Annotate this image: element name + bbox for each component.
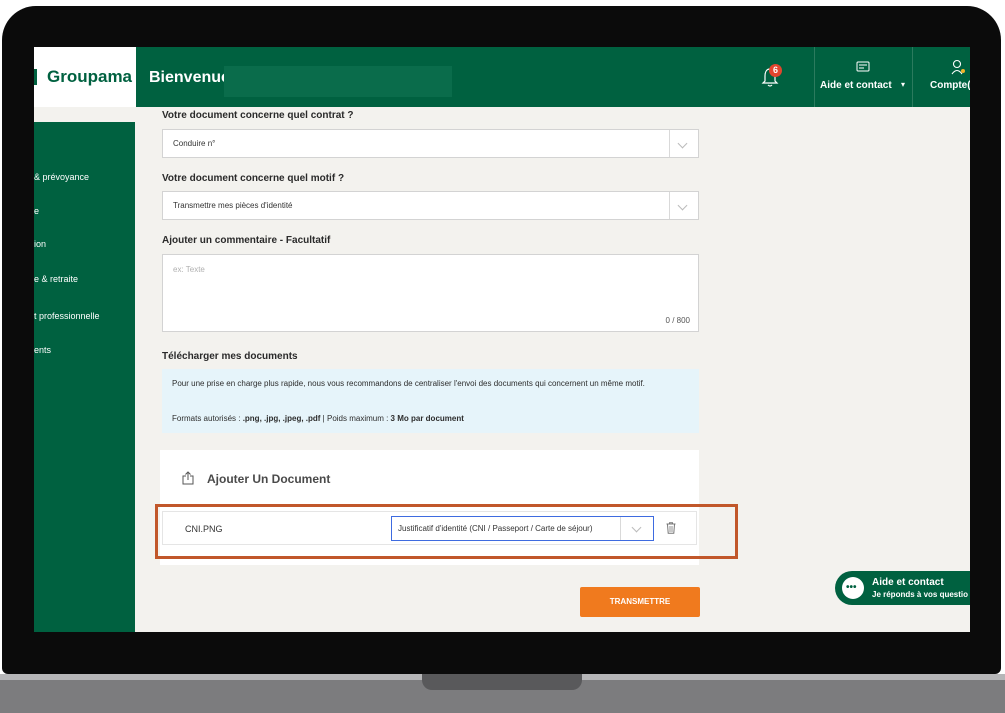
logo-text: Groupama	[47, 67, 133, 86]
laptop-frame: Groupama Bienvenue 6 Aide et contact ▾ C…	[0, 0, 1005, 713]
account-menu[interactable]: Compte(	[930, 80, 970, 91]
formats-value: .png, .jpg, .jpeg, .pdf	[242, 414, 321, 423]
formats-max: 3 Mo par document	[390, 414, 464, 423]
chevron-down-icon[interactable]: ▾	[901, 80, 905, 89]
chat-subtitle: Je réponds à vos questio	[872, 590, 969, 599]
chat-widget[interactable]: ••• Aide et contact Je réponds à vos que…	[835, 571, 970, 605]
upload-icon[interactable]	[182, 471, 194, 485]
laptop-notch	[422, 674, 582, 690]
contract-select-value: Conduire n°	[173, 139, 216, 148]
formats-middle: | Poids maximum :	[320, 414, 391, 423]
chat-bubble-icon: •••	[842, 577, 864, 599]
app-screen: Groupama Bienvenue 6 Aide et contact ▾ C…	[34, 47, 970, 632]
logo[interactable]: Groupama	[34, 47, 136, 107]
sidebar-item-professionnelle[interactable]: t professionnelle	[34, 311, 100, 321]
header-divider	[912, 47, 913, 107]
chat-contact-icon[interactable]	[856, 61, 870, 73]
contract-label: Votre document concerne quel contrat ?	[162, 110, 354, 121]
motif-select-value: Transmettre mes pièces d'identité	[173, 201, 293, 210]
sidebar-item-2[interactable]: e	[34, 206, 39, 216]
sidebar-item-prevoyance[interactable]: & prévoyance	[34, 172, 89, 182]
add-document-button[interactable]: Ajouter Un Document	[207, 472, 330, 486]
logo-stripe	[34, 69, 37, 85]
notification-badge: 6	[769, 64, 782, 77]
chat-title: Aide et contact	[872, 577, 944, 588]
sidebar-item-3[interactable]: ion	[34, 239, 46, 249]
chevron-down-icon	[677, 138, 688, 149]
contract-select[interactable]: Conduire n°	[162, 129, 699, 158]
comment-textarea[interactable]: ex: Texte 0 / 800	[162, 254, 699, 332]
aide-contact-menu[interactable]: Aide et contact	[820, 80, 892, 91]
redacted-username	[224, 66, 452, 97]
download-documents-label: Télécharger mes documents	[162, 351, 298, 362]
formats-text: Formats autorisés : .png, .jpg, .jpeg, .…	[172, 414, 464, 423]
welcome-title: Bienvenue	[149, 69, 230, 86]
contract-select-toggle[interactable]	[669, 130, 698, 157]
info-text: Pour une prise en charge plus rapide, no…	[172, 379, 645, 388]
comment-placeholder: ex: Texte	[173, 265, 205, 274]
motif-select[interactable]: Transmettre mes pièces d'identité	[162, 191, 699, 220]
motif-select-toggle[interactable]	[669, 192, 698, 219]
transmettre-button[interactable]: TRANSMETTRE	[580, 587, 700, 617]
header-divider	[814, 47, 815, 107]
motif-label: Votre document concerne quel motif ?	[162, 173, 345, 184]
top-navigation-bar: Groupama Bienvenue 6 Aide et contact ▾ C…	[34, 47, 970, 107]
formats-prefix: Formats autorisés :	[172, 414, 243, 423]
chevron-down-icon	[677, 200, 688, 211]
sidebar-item-6[interactable]: ents	[34, 345, 51, 355]
comment-label: Ajouter un commentaire - Facultatif	[162, 235, 331, 246]
sidebar-item-retraite[interactable]: e & retraite	[34, 274, 78, 284]
highlight-annotation	[155, 504, 738, 559]
user-account-icon[interactable]	[951, 59, 965, 75]
info-box: Pour une prise en charge plus rapide, no…	[162, 369, 699, 433]
sidebar: & prévoyance e ion e & retraite t profes…	[34, 122, 135, 632]
comment-char-count: 0 / 800	[665, 316, 690, 325]
